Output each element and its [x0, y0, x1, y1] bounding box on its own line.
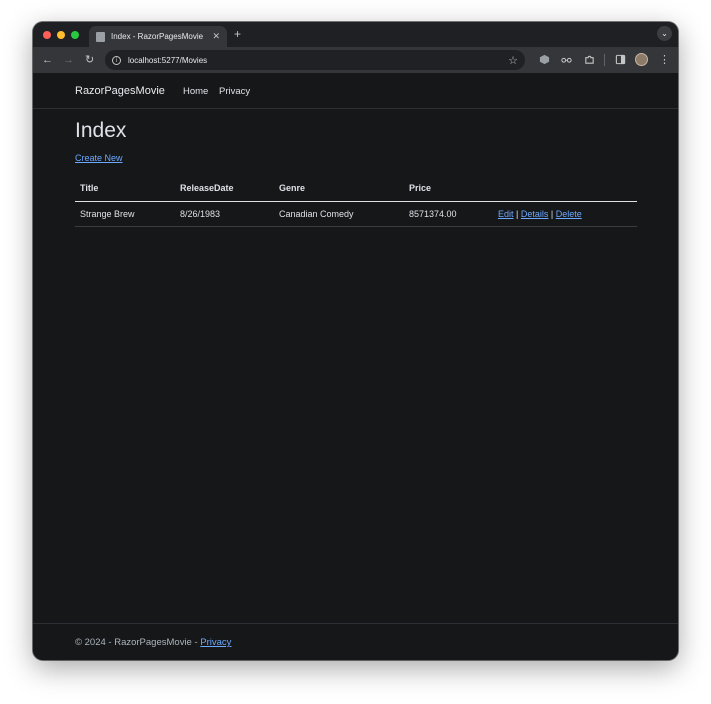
edit-link[interactable]: Edit — [498, 209, 514, 219]
menu-kebab-icon[interactable]: ⋮ — [659, 52, 670, 68]
tab-title: Index - RazorPagesMovie — [111, 32, 204, 41]
window-controls — [43, 31, 79, 39]
column-header-genre: Genre — [274, 176, 404, 202]
separator: | — [516, 208, 519, 219]
maximize-window-button[interactable] — [71, 31, 79, 39]
column-header-release-date: ReleaseDate — [175, 176, 274, 202]
new-tab-button[interactable]: + — [234, 27, 241, 41]
column-header-title: Title — [75, 176, 175, 202]
nav-home-link[interactable]: Home — [183, 86, 208, 97]
table-header-row: Title ReleaseDate Genre Price — [75, 176, 637, 202]
page-icon — [96, 31, 105, 42]
reload-icon[interactable]: ↻ — [85, 52, 94, 68]
site-info-icon[interactable]: i — [112, 55, 121, 65]
cell-genre: Canadian Comedy — [274, 201, 404, 227]
site-navbar: RazorPagesMovie Home Privacy — [33, 73, 678, 109]
table-row: Strange Brew 8/26/1983 Canadian Comedy 8… — [75, 201, 637, 227]
close-tab-icon[interactable]: ✕ — [212, 31, 220, 42]
incognito-glasses-icon[interactable] — [561, 54, 572, 65]
page-content: RazorPagesMovie Home Privacy Index Creat… — [33, 73, 678, 660]
cell-title: Strange Brew — [75, 201, 175, 227]
site-footer: © 2024 - RazorPagesMovie - Privacy — [33, 623, 678, 660]
cell-release-date: 8/26/1983 — [175, 201, 274, 227]
back-arrow-icon[interactable]: ← — [42, 52, 53, 68]
separator: | — [550, 208, 554, 219]
bookmark-star-icon[interactable]: ☆ — [508, 54, 518, 67]
column-header-price: Price — [404, 176, 493, 202]
browser-toolbar: ← → ↻ i localhost:5277/Movies ☆ ⋮ — [33, 47, 678, 73]
url-text[interactable]: localhost:5277/Movies — [128, 56, 501, 65]
footer-copyright: © 2024 - RazorPagesMovie - — [75, 637, 201, 648]
footer-privacy-link[interactable]: Privacy — [200, 637, 231, 648]
cell-actions: Edit | Details | Delete — [493, 201, 637, 227]
footer-text: © 2024 - RazorPagesMovie - Privacy — [75, 637, 231, 648]
toolbar-divider — [604, 54, 605, 66]
extension-cube-icon[interactable] — [539, 54, 550, 65]
forward-arrow-icon[interactable]: → — [63, 52, 74, 68]
column-header-actions — [493, 176, 637, 202]
cell-price: 8571374.00 — [404, 201, 493, 227]
details-link[interactable]: Details — [521, 209, 549, 219]
title-bar: Index - RazorPagesMovie ✕ + ⌄ — [33, 22, 678, 47]
minimize-window-button[interactable] — [57, 31, 65, 39]
address-bar[interactable]: i localhost:5277/Movies ☆ — [105, 50, 525, 70]
browser-tab[interactable]: Index - RazorPagesMovie ✕ — [89, 26, 227, 47]
navbar-brand[interactable]: RazorPagesMovie — [75, 85, 165, 97]
browser-window: Index - RazorPagesMovie ✕ + ⌄ ← → ↻ i lo… — [33, 22, 678, 660]
profile-avatar[interactable] — [635, 53, 648, 66]
close-window-button[interactable] — [43, 31, 51, 39]
page-title: Index — [75, 119, 127, 142]
movies-table: Title ReleaseDate Genre Price Strange Br… — [75, 176, 637, 227]
tab-search-chevron-icon[interactable]: ⌄ — [657, 26, 672, 41]
create-new-link[interactable]: Create New — [75, 153, 123, 163]
extensions-puzzle-icon[interactable] — [584, 54, 595, 65]
delete-link[interactable]: Delete — [556, 209, 582, 219]
side-panel-icon[interactable] — [615, 54, 626, 65]
nav-privacy-link[interactable]: Privacy — [219, 86, 250, 97]
